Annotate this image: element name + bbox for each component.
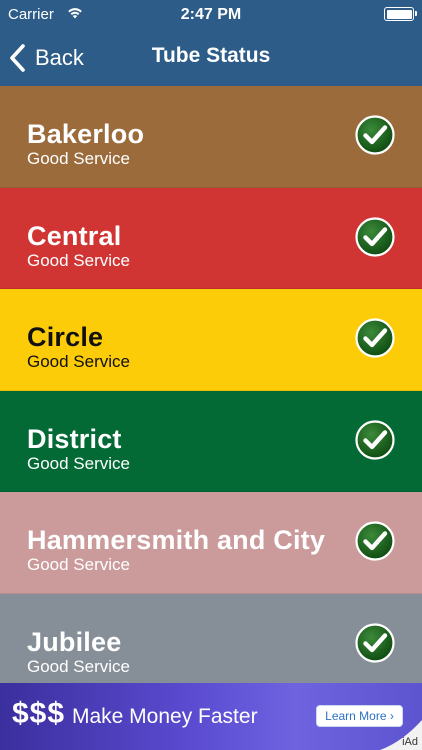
header: Carrier 2:47 PM Back Tube Status xyxy=(0,0,422,86)
status-bar: Carrier 2:47 PM xyxy=(0,0,422,30)
line-name: Central xyxy=(27,220,122,251)
battery-icon xyxy=(384,7,417,21)
ad-banner[interactable]: $$$ Make Money Faster Learn More › iAd xyxy=(0,683,422,750)
ad-dollars: $$$ xyxy=(12,697,66,730)
tube-line-row[interactable]: Bakerloo Good Service xyxy=(0,86,422,188)
check-circle-icon xyxy=(355,115,395,155)
iad-badge: iAd xyxy=(402,736,418,748)
tube-line-row[interactable]: District Good Service xyxy=(0,390,422,492)
line-name: Bakerloo xyxy=(27,119,145,149)
line-status: Good Service xyxy=(27,149,130,168)
line-status: Good Service xyxy=(27,352,130,371)
tube-line-list: Bakerloo Good Service Central Good Service C… xyxy=(0,86,422,683)
check-circle-icon xyxy=(355,521,395,561)
check-circle-icon xyxy=(355,216,395,257)
ad-text: Make Money Faster xyxy=(72,705,258,728)
check-circle-icon xyxy=(355,419,395,460)
tube-line-row[interactable]: Circle Good Service xyxy=(0,289,422,391)
line-name: District xyxy=(27,423,122,454)
line-name: Hammersmith and City xyxy=(27,525,326,555)
line-status: Good Service xyxy=(27,555,130,574)
check-circle-icon xyxy=(355,622,395,663)
line-name: Circle xyxy=(27,322,104,352)
line-status: Good Service xyxy=(27,453,130,473)
line-status: Good Service xyxy=(27,250,130,270)
check-circle-icon xyxy=(355,318,395,358)
tube-line-row[interactable]: Jubilee Good Service xyxy=(0,593,422,683)
navigation-bar: Back Tube Status xyxy=(0,30,422,86)
page-title: Tube Status xyxy=(151,44,271,67)
tube-line-row[interactable]: Central Good Service xyxy=(0,187,422,289)
line-name: Jubilee xyxy=(27,626,122,657)
status-time: 2:47 PM xyxy=(180,6,242,23)
line-status: Good Service xyxy=(27,656,130,676)
tube-line-row[interactable]: Hammersmith and City Good Service xyxy=(0,492,422,594)
